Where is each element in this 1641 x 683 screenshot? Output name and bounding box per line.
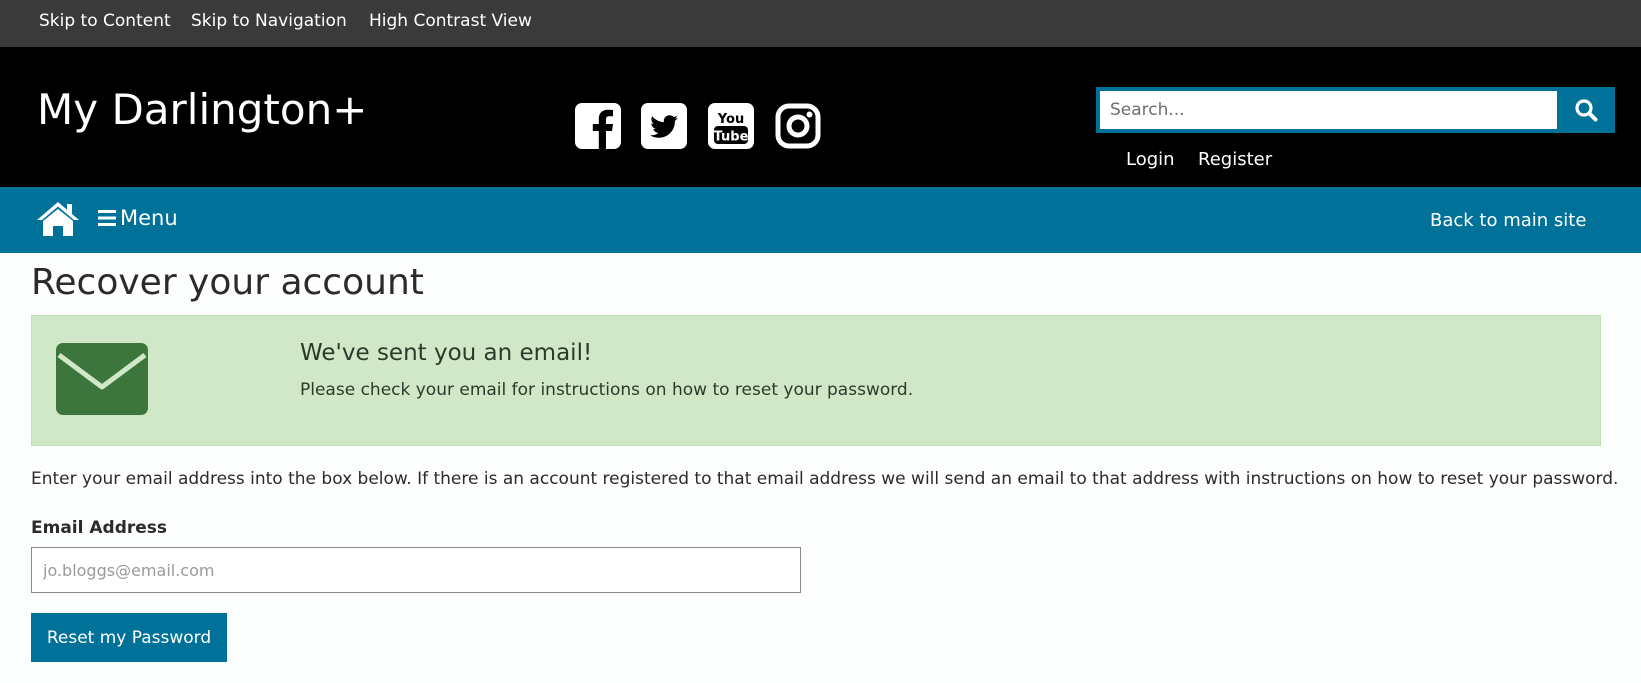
success-alert: We've sent you an email! Please check yo… [31,315,1601,446]
menu-button[interactable]: Menu [98,206,178,234]
main-nav: Menu Back to main site [0,187,1641,253]
svg-text:Tube: Tube [714,130,749,145]
login-link[interactable]: Login [1126,149,1175,170]
instagram-icon[interactable] [775,103,821,149]
reset-password-button[interactable]: Reset my Password [31,613,227,662]
high-contrast-link[interactable]: High Contrast View [369,11,532,31]
svg-text:You: You [717,112,744,127]
search-input[interactable] [1100,91,1559,129]
email-label: Email Address [31,518,168,538]
instructions-text: Enter your email address into the box be… [31,469,1619,489]
search-box [1096,87,1615,133]
email-field[interactable] [31,547,801,593]
home-icon[interactable] [36,200,80,238]
alert-text: Please check your email for instructions… [300,380,914,400]
skip-to-content-link[interactable]: Skip to Content [39,11,171,31]
youtube-icon[interactable]: You Tube [708,103,754,149]
site-logo[interactable]: My Darlington+ [37,85,367,134]
search-button[interactable] [1557,87,1615,133]
page-title: Recover your account [31,262,424,303]
twitter-icon[interactable] [641,103,687,149]
envelope-icon [56,343,148,415]
skip-to-navigation-link[interactable]: Skip to Navigation [191,11,347,31]
hamburger-icon [98,210,116,226]
register-link[interactable]: Register [1198,149,1272,170]
alert-heading: We've sent you an email! [300,340,593,366]
site-header: My Darlington+ You Tube Login Register [0,47,1641,187]
search-icon [1575,99,1598,122]
menu-label: Menu [120,206,178,230]
skip-bar: Skip to Content Skip to Navigation High … [0,0,1641,47]
back-to-main-site-link[interactable]: Back to main site [1430,210,1586,231]
facebook-icon[interactable] [575,103,621,149]
